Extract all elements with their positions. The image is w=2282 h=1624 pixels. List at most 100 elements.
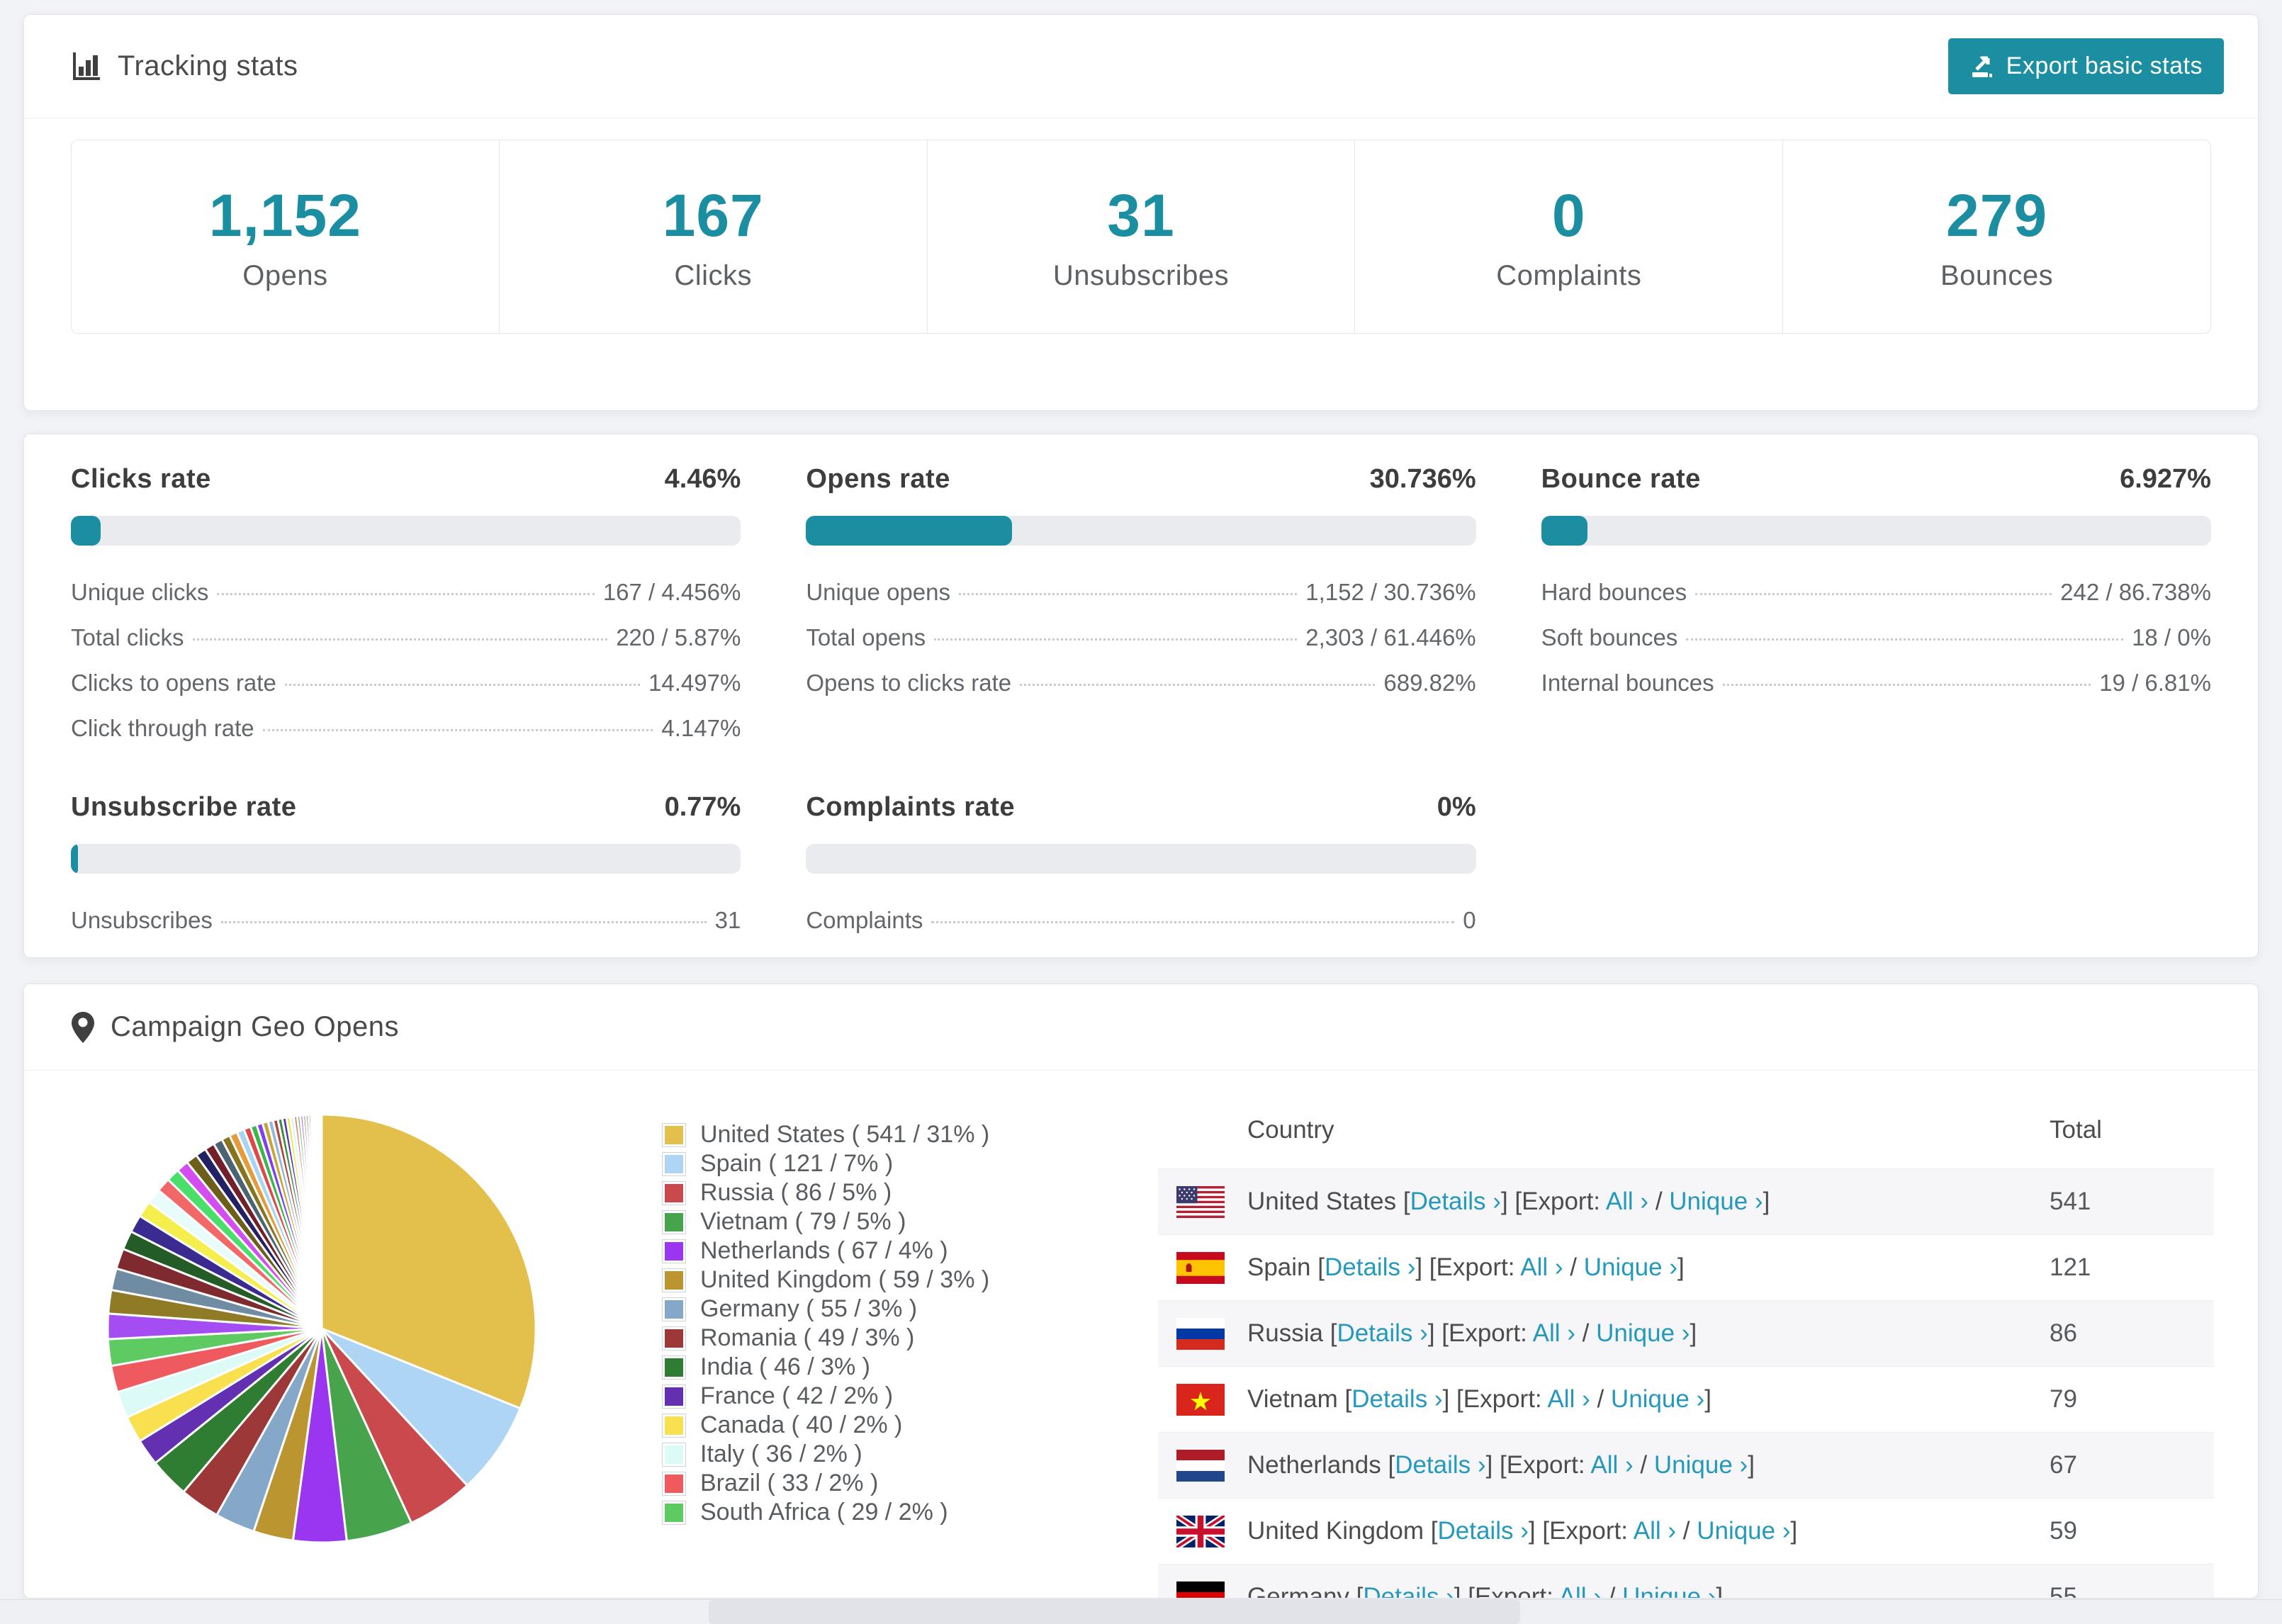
export-label: Export: xyxy=(1549,1517,1634,1545)
pie-slice-other-39[interactable] xyxy=(319,1113,323,1330)
rate-detail-rows: Complaints 0 xyxy=(806,898,1476,943)
legend-color xyxy=(665,1474,683,1493)
legend-item-india[interactable]: India ( 46 / 3% ) xyxy=(662,1353,1158,1382)
detail-value: 4.147% xyxy=(661,715,741,741)
slash-separator: / xyxy=(1590,1385,1611,1413)
legend-item-netherlands[interactable]: Netherlands ( 67 / 4% ) xyxy=(662,1236,1158,1265)
slash-separator: / xyxy=(1563,1253,1584,1281)
export-unique-link-united-kingdom[interactable]: Unique › xyxy=(1697,1517,1790,1545)
geo-row-label-united-kingdom: United Kingdom [Details ›] [Export: All … xyxy=(1247,1517,1797,1545)
geo-row-total-germany: 55 xyxy=(2050,1583,2077,1598)
legend-item-south-africa[interactable]: South Africa ( 29 / 2% ) xyxy=(662,1498,1158,1527)
rate-name: Clicks rate xyxy=(71,464,211,494)
geo-row-spain: Spain [Details ›] [Export: All › / Uniqu… xyxy=(1158,1234,2214,1300)
country-name: United Kingdom xyxy=(1247,1517,1424,1545)
legend-item-romania[interactable]: Romania ( 49 / 3% ) xyxy=(662,1324,1158,1353)
export-all-link-vietnam[interactable]: All › xyxy=(1547,1385,1590,1413)
export-all-link-united-kingdom[interactable]: All › xyxy=(1634,1517,1676,1545)
details-link-germany[interactable]: Details › xyxy=(1363,1583,1454,1598)
country-name: Russia xyxy=(1247,1319,1323,1347)
rate-value: 30.736% xyxy=(1369,464,1476,494)
details-link-spain[interactable]: Details › xyxy=(1325,1253,1415,1281)
rate-title-row: Complaints rate 0% xyxy=(806,792,1476,823)
bar-chart-icon xyxy=(73,52,100,80)
rate-block-clicks-rate: Clicks rate 4.46% Unique clicks 167 / 4.456… xyxy=(71,464,741,751)
page-title: Tracking stats xyxy=(71,50,298,82)
geo-row-label-united-states: United States [Details ›] [Export: All ›… xyxy=(1247,1188,1770,1216)
legend-item-united-states[interactable]: United States ( 541 / 31% ) xyxy=(662,1120,1158,1149)
slash-separator: / xyxy=(1648,1188,1670,1215)
bracket-text: ] [ xyxy=(1454,1583,1475,1598)
rate-detail-row: Click through rate 4.147% xyxy=(71,706,741,751)
detail-label: Total clicks xyxy=(71,624,184,650)
export-label: Export: xyxy=(1506,1451,1591,1479)
bracket-text: ] xyxy=(1690,1319,1697,1347)
details-link-vietnam[interactable]: Details › xyxy=(1351,1385,1442,1413)
export-icon xyxy=(1972,56,1992,77)
legend-item-united-kingdom[interactable]: United Kingdom ( 59 / 3% ) xyxy=(662,1265,1158,1295)
legend-swatch-vietnam xyxy=(662,1209,686,1234)
legend-swatch-united-kingdom xyxy=(662,1268,686,1292)
bracket-text: ] [ xyxy=(1427,1319,1449,1347)
scrollbar-thumb[interactable] xyxy=(709,1600,1520,1624)
rate-name: Unsubscribe rate xyxy=(71,792,297,822)
details-link-united-states[interactable]: Details › xyxy=(1410,1188,1501,1215)
rate-detail-row: Opens to clicks rate 689.82% xyxy=(806,660,1476,706)
rate-progress-track xyxy=(806,516,1476,546)
export-all-link-spain[interactable]: All › xyxy=(1520,1253,1563,1281)
legend-item-vietnam[interactable]: Vietnam ( 79 / 5% ) xyxy=(662,1207,1158,1236)
legend-item-russia[interactable]: Russia ( 86 / 5% ) xyxy=(662,1178,1158,1207)
dotted-leader xyxy=(220,921,707,923)
slash-separator: / xyxy=(1633,1451,1654,1479)
legend-item-canada[interactable]: Canada ( 40 / 2% ) xyxy=(662,1411,1158,1440)
legend-color xyxy=(665,1358,683,1377)
geo-table-header: Country Total xyxy=(1158,1095,2214,1168)
legend-item-germany[interactable]: Germany ( 55 / 3% ) xyxy=(662,1295,1158,1324)
export-unique-link-united-states[interactable]: Unique › xyxy=(1669,1188,1763,1215)
location-pin-icon xyxy=(72,1011,94,1043)
export-all-link-germany[interactable]: All › xyxy=(1559,1583,1602,1598)
rate-progress-fill xyxy=(1541,516,1588,546)
detail-label: Unique opens xyxy=(806,579,950,605)
export-all-link-netherlands[interactable]: All › xyxy=(1590,1451,1633,1479)
bracket-text: ] xyxy=(1704,1385,1712,1413)
details-link-netherlands[interactable]: Details › xyxy=(1395,1451,1485,1479)
export-basic-stats-button[interactable]: Export basic stats xyxy=(1947,38,2224,94)
stat-box-complaints: 0 Complaints xyxy=(1354,140,1782,333)
detail-value: 0 xyxy=(1463,907,1476,933)
legend-color xyxy=(665,1503,683,1522)
ru-flag-icon xyxy=(1176,1317,1225,1350)
legend-item-italy[interactable]: Italy ( 36 / 2% ) xyxy=(662,1440,1158,1469)
legend-swatch-france xyxy=(662,1384,686,1409)
legend-color xyxy=(665,1445,683,1464)
legend-label: France ( 42 / 2% ) xyxy=(700,1382,894,1409)
details-link-united-kingdom[interactable]: Details › xyxy=(1438,1517,1529,1545)
details-link-russia[interactable]: Details › xyxy=(1337,1319,1427,1347)
export-all-link-united-states[interactable]: All › xyxy=(1606,1188,1648,1215)
geo-row-netherlands: Netherlands [Details ›] [Export: All › /… xyxy=(1158,1432,2214,1498)
horizontal-scrollbar[interactable] xyxy=(0,1599,2282,1624)
export-unique-link-russia[interactable]: Unique › xyxy=(1596,1319,1690,1347)
bracket-text: [ xyxy=(1349,1583,1364,1598)
rate-value: 6.927% xyxy=(2120,464,2211,494)
bracket-text: ] xyxy=(1716,1583,1724,1598)
export-all-link-russia[interactable]: All › xyxy=(1533,1319,1575,1347)
geo-row-united-kingdom: United Kingdom [Details ›] [Export: All … xyxy=(1158,1498,2214,1564)
detail-value: 242 / 86.738% xyxy=(2060,579,2211,605)
bracket-text: [ xyxy=(1424,1517,1438,1545)
rate-detail-row: Unique opens 1,152 / 30.736% xyxy=(806,570,1476,615)
rate-value: 0.77% xyxy=(664,792,741,822)
detail-value: 31 xyxy=(714,907,741,933)
detail-label: Unsubscribes xyxy=(71,907,213,933)
rate-detail-rows: Unique opens 1,152 / 30.736% Total opens 2,… xyxy=(806,570,1476,706)
legend-item-spain[interactable]: Spain ( 121 / 7% ) xyxy=(662,1149,1158,1178)
bracket-text: ] [ xyxy=(1415,1253,1437,1281)
export-unique-link-spain[interactable]: Unique › xyxy=(1584,1253,1677,1281)
export-unique-link-germany[interactable]: Unique › xyxy=(1622,1583,1716,1598)
export-unique-link-vietnam[interactable]: Unique › xyxy=(1611,1385,1704,1413)
export-unique-link-netherlands[interactable]: Unique › xyxy=(1654,1451,1748,1479)
legend-item-france[interactable]: France ( 42 / 2% ) xyxy=(662,1382,1158,1411)
export-label: Export: xyxy=(1436,1253,1521,1281)
legend-item-brazil[interactable]: Brazil ( 33 / 2% ) xyxy=(662,1469,1158,1498)
legend-label: Italy ( 36 / 2% ) xyxy=(700,1440,862,1467)
